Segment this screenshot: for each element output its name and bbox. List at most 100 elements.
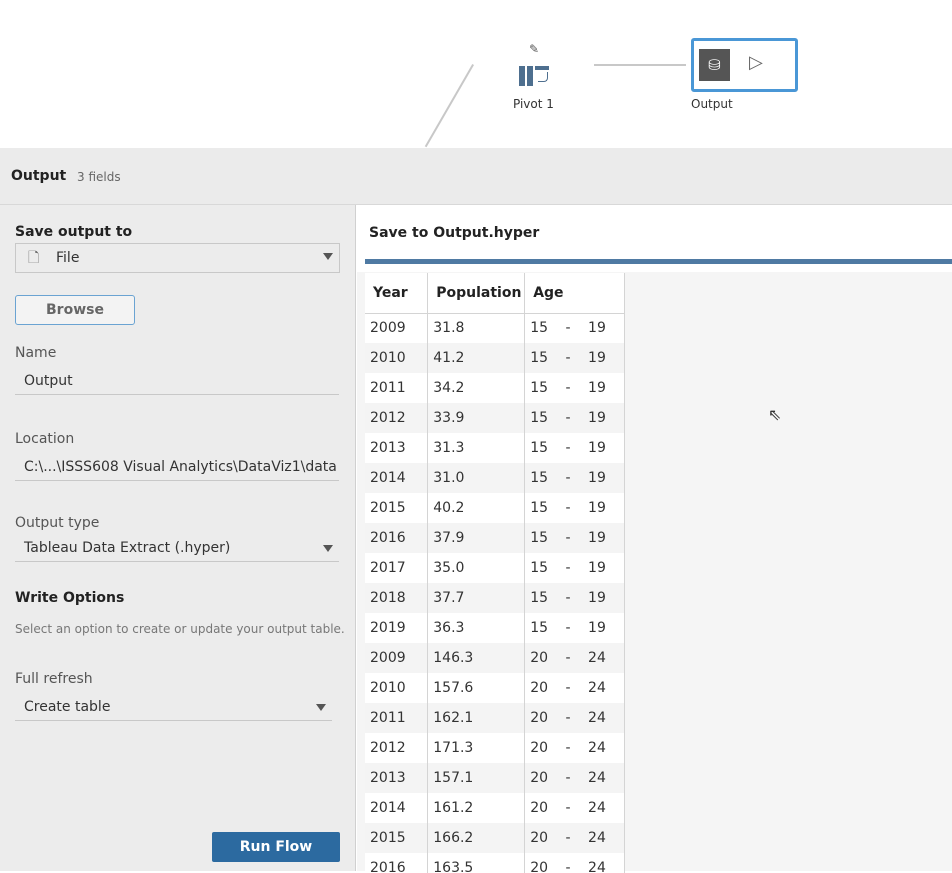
cell-population: 157.1 [427, 763, 526, 793]
cell-age: 20-24 [524, 763, 625, 793]
run-icon[interactable]: ▷ [749, 52, 763, 73]
cell-age: 20-24 [524, 673, 625, 703]
column-header[interactable]: Age [524, 273, 625, 314]
output-node[interactable]: ⛁ ▷ [691, 38, 798, 92]
table-row: 2012 33.9 15-19 [365, 403, 625, 433]
write-options-label: Write Options [15, 590, 125, 606]
table-row: 2013 157.1 20-24 [365, 763, 625, 793]
connector-line [594, 64, 686, 66]
table-row: 2014 31.0 15-19 [365, 463, 625, 493]
table-row: 2012 171.3 20-24 [365, 733, 625, 763]
mouse-cursor-icon: ⇖ [768, 405, 782, 424]
run-flow-button[interactable]: Run Flow [212, 832, 340, 862]
cell-population: 40.2 [427, 493, 526, 523]
cell-population: 36.3 [427, 613, 526, 643]
cell-population: 31.0 [427, 463, 526, 493]
cell-population: 35.0 [427, 553, 526, 583]
node-label: Output [691, 97, 733, 111]
cell-population: 171.3 [427, 733, 526, 763]
cell-age: 20-24 [524, 733, 625, 763]
column-header[interactable]: Population [427, 273, 526, 314]
table-row: 2016 163.5 20-24 [365, 853, 625, 873]
cell-year: 2012 [365, 733, 429, 763]
output-database-icon: ⛁ [699, 49, 730, 81]
save-output-to-dropdown[interactable]: 🗋 File [15, 243, 340, 273]
table-row: 2013 31.3 15-19 [365, 433, 625, 463]
node-label: Pivot 1 [513, 97, 554, 111]
cell-population: 157.6 [427, 673, 526, 703]
cell-population: 166.2 [427, 823, 526, 853]
pivot-node[interactable]: ✎ Pivot 1 [505, 40, 565, 115]
cell-age: 15-19 [524, 313, 625, 343]
output-type-dropdown[interactable]: Tableau Data Extract (.hyper) [15, 536, 339, 562]
cell-age: 15-19 [524, 523, 625, 553]
location-label: Location [15, 431, 75, 447]
table-row: 2010 157.6 20-24 [365, 673, 625, 703]
refresh-label: Full refresh [15, 671, 93, 687]
step-title: Output [11, 168, 67, 184]
cell-population: 34.2 [427, 373, 526, 403]
table-row: 2011 34.2 15-19 [365, 373, 625, 403]
cell-population: 33.9 [427, 403, 526, 433]
chevron-down-icon [316, 704, 326, 711]
preview-title: Save to Output.hyper [369, 225, 540, 241]
dropdown-value: Tableau Data Extract (.hyper) [24, 540, 231, 556]
write-options-hint: Select an option to create or update you… [15, 622, 345, 636]
cell-year: 2015 [365, 823, 429, 853]
cell-year: 2019 [365, 613, 429, 643]
cell-year: 2014 [365, 463, 429, 493]
flow-canvas[interactable]: ✎ Pivot 1 ⛁ ▷ Output [0, 0, 952, 148]
edit-icon[interactable]: ✎ [529, 42, 539, 56]
cell-age: 15-19 [524, 613, 625, 643]
field-count: 3 fields [77, 170, 121, 184]
cell-age: 20-24 [524, 853, 625, 873]
cell-year: 2018 [365, 583, 429, 613]
location-input[interactable]: C:\...\ISSS608 Visual Analytics\DataViz1… [15, 455, 339, 481]
output-settings-panel: Save output to 🗋 File Browse Name Output… [0, 205, 356, 871]
save-output-to-label: Save output to [15, 224, 133, 240]
cell-year: 2014 [365, 793, 429, 823]
browse-button[interactable]: Browse [15, 295, 135, 325]
name-input[interactable]: Output [15, 369, 339, 395]
dropdown-value: Create table [24, 699, 111, 715]
chevron-down-icon [323, 545, 333, 552]
cell-year: 2011 [365, 703, 429, 733]
cell-population: 37.7 [427, 583, 526, 613]
file-icon: 🗋 [28, 250, 40, 266]
cell-population: 146.3 [427, 643, 526, 673]
step-header: Output 3 fields [0, 148, 952, 205]
cell-age: 15-19 [524, 553, 625, 583]
accent-bar [365, 259, 952, 264]
table-row: 2015 40.2 15-19 [365, 493, 625, 523]
refresh-dropdown[interactable]: Create table [15, 695, 332, 721]
cell-age: 15-19 [524, 343, 625, 373]
cell-year: 2009 [365, 313, 429, 343]
cell-age: 20-24 [524, 793, 625, 823]
chevron-down-icon [323, 253, 333, 260]
cell-age: 20-24 [524, 823, 625, 853]
cell-age: 15-19 [524, 493, 625, 523]
cell-age: 15-19 [524, 373, 625, 403]
cell-population: 41.2 [427, 343, 526, 373]
cell-year: 2010 [365, 343, 429, 373]
table-row: 2018 37.7 15-19 [365, 583, 625, 613]
cell-age: 20-24 [524, 703, 625, 733]
table-row: 2015 166.2 20-24 [365, 823, 625, 853]
cell-age: 15-19 [524, 433, 625, 463]
connector-line [424, 64, 474, 148]
cell-population: 31.8 [427, 313, 526, 343]
cell-year: 2013 [365, 433, 429, 463]
cell-age: 20-24 [524, 643, 625, 673]
cell-year: 2011 [365, 373, 429, 403]
cell-year: 2013 [365, 763, 429, 793]
name-label: Name [15, 345, 57, 361]
cell-year: 2016 [365, 853, 429, 873]
cell-year: 2017 [365, 553, 429, 583]
dropdown-value: File [56, 250, 80, 266]
cell-population: 163.5 [427, 853, 526, 873]
output-preview: Save to Output.hyper Year Population Age… [357, 205, 952, 873]
table-row: 2009 31.8 15-19 [365, 313, 625, 343]
cell-year: 2016 [365, 523, 429, 553]
table-row: 2014 161.2 20-24 [365, 793, 625, 823]
column-header[interactable]: Year [365, 273, 429, 314]
